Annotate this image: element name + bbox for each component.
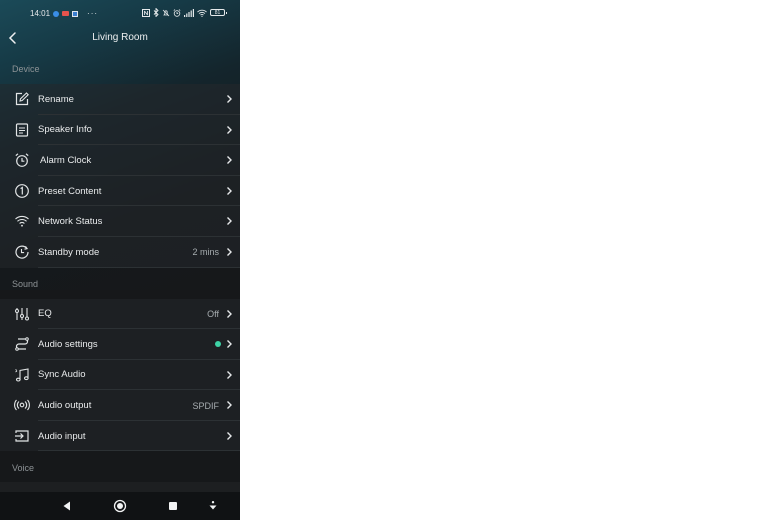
list-item-standby-mode[interactable]: Standby mode 2 mins [0, 237, 240, 268]
list-item-label: Network Status [38, 216, 103, 228]
equalizer-icon [15, 307, 29, 320]
mute-icon [162, 9, 170, 16]
chevron-right-icon [227, 248, 232, 256]
list-item-label: EQ [38, 308, 52, 320]
status-bar: 14:01 ··· 81 [0, 0, 240, 26]
edit-icon [15, 92, 29, 106]
hide-nav-icon[interactable] [206, 499, 220, 513]
list-item-rename[interactable]: Rename [0, 84, 240, 115]
list-item-partial[interactable] [0, 482, 240, 492]
list-item-label: Standby mode [38, 246, 100, 258]
document-icon [15, 122, 29, 137]
page-title: Living Room [92, 32, 148, 43]
chevron-right-icon [227, 431, 232, 440]
home-circle-icon[interactable] [113, 499, 127, 513]
alarm-clock-icon [15, 153, 29, 168]
eq-value: Off [207, 308, 219, 319]
chevron-right-icon [227, 340, 232, 349]
timer-icon [15, 245, 29, 259]
recents-square-icon[interactable] [166, 499, 180, 513]
list-item-speaker-info[interactable]: Speaker Info [0, 114, 240, 146]
list-item-audio-settings[interactable]: Audio settings [0, 329, 240, 360]
section-header-sound: Sound [12, 278, 39, 289]
list-item-label: Rename [38, 93, 74, 105]
input-icon [15, 430, 29, 442]
chevron-right-icon [227, 217, 232, 226]
battery-icon: 81 [210, 9, 227, 16]
section-header-voice: Voice [12, 462, 35, 473]
messenger-icon [53, 10, 60, 17]
list-item-audio-output[interactable]: Audio output SPDIF [0, 390, 240, 421]
wifi-status-icon [197, 9, 207, 17]
list-item-sync-audio[interactable]: Sync Audio [0, 359, 240, 391]
more-dots-icon: ··· [87, 9, 99, 18]
list-item-eq[interactable]: EQ Off [0, 298, 240, 330]
audio-output-value: SPDIF [192, 400, 219, 411]
list-item-alarm-clock[interactable]: Alarm Clock [0, 145, 240, 176]
status-left: 14:01 ··· [30, 9, 98, 18]
list-item-preset-content[interactable]: Preset Content [0, 175, 240, 207]
alarm-icon [173, 8, 181, 17]
status-indicator-dot [215, 341, 221, 348]
audio-settings-icon [15, 337, 29, 351]
chevron-right-icon [227, 370, 232, 379]
chevron-right-icon [227, 186, 232, 195]
nfc-icon [142, 8, 150, 17]
chevron-right-icon [227, 125, 232, 134]
music-note-icon [15, 368, 29, 382]
wifi-icon [15, 216, 29, 227]
status-right: 81 [142, 8, 227, 17]
standby-value: 2 mins [192, 247, 219, 258]
preset-number-icon [15, 183, 29, 198]
chevron-right-icon [227, 309, 232, 318]
list-item-label: Audio input [38, 430, 86, 442]
back-triangle-icon[interactable] [60, 499, 74, 513]
broadcast-icon [14, 399, 30, 411]
signal-icon [184, 8, 194, 17]
clock: 14:01 [30, 9, 51, 18]
chevron-right-icon [227, 401, 232, 410]
app-bar: Living Room [0, 26, 240, 52]
list-item-label: Sync Audio [38, 369, 86, 381]
list-item-label: Speaker Info [38, 124, 92, 136]
list-item-label: Audio settings [38, 338, 98, 350]
bluetooth-icon [153, 8, 159, 17]
list-item-network-status[interactable]: Network Status [0, 206, 240, 237]
phone-screen: 14:01 ··· 81 Living Room Device Rename S… [0, 0, 240, 520]
list-item-label: Audio output [38, 400, 92, 412]
list-item-audio-input[interactable]: Audio input [0, 420, 240, 452]
system-nav-bar [0, 492, 240, 520]
section-header-device: Device [12, 63, 40, 74]
chevron-right-icon [227, 156, 232, 165]
list-item-label: Alarm Clock [40, 154, 92, 166]
app-icon [72, 10, 79, 17]
gmail-icon [62, 11, 70, 16]
chevron-right-icon [227, 95, 232, 103]
list-item-label: Preset Content [38, 185, 102, 197]
